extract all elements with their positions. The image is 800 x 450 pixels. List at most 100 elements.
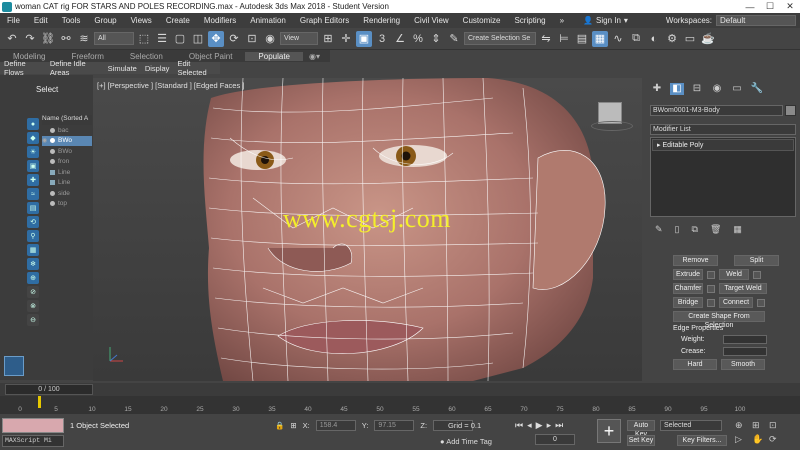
weld-button[interactable]: Weld [719,269,749,280]
modifier-list-dropdown[interactable]: Modifier List [650,124,796,135]
add-time-tag[interactable]: ● Add Time Tag [440,437,492,446]
create-tab-icon[interactable]: ✚ [650,83,664,95]
filter-spacewarps-icon[interactable]: ≈ [27,188,39,200]
scene-explorer-icon[interactable]: ▦ [592,30,608,47]
crease-spinner[interactable] [723,347,767,356]
ribbon-options-icon[interactable]: ◉▾ [303,52,326,61]
motion-tab-icon[interactable]: ◉ [710,83,724,95]
maximize-button[interactable]: ☐ [760,1,780,12]
hard-button[interactable]: Hard [673,359,717,370]
select-scale-icon[interactable]: ⊡ [244,31,260,47]
utilities-tab-icon[interactable]: 🔧 [750,83,764,95]
list-item[interactable]: side [42,188,92,199]
menu-views[interactable]: Views [124,16,159,25]
zoom-extents-icon[interactable]: ⊡ [769,420,783,431]
filter-helpers-icon[interactable]: ✚ [27,174,39,186]
previous-frame-icon[interactable]: ◂ [527,420,532,431]
list-item[interactable]: top [42,199,92,210]
list-item[interactable]: fron [42,157,92,168]
stack-item-editable-poly[interactable]: ▸ Editable Poly [652,139,794,151]
reference-coord-dropdown[interactable]: View [280,32,318,45]
field-of-view-icon[interactable]: ▷ [735,434,749,445]
object-color-swatch[interactable] [785,105,796,116]
menu-scripting[interactable]: Scripting [507,16,552,25]
modify-tab-icon[interactable]: ◧ [670,83,684,95]
tab-populate[interactable]: Populate [245,51,304,61]
menu-group[interactable]: Group [87,16,123,25]
undo-icon[interactable]: ↶ [4,31,20,47]
spinner-snap-icon[interactable]: ⇕ [428,31,444,47]
filter-lights-icon[interactable]: ☀ [27,146,39,158]
selection-filter-dropdown[interactable]: All [94,32,134,45]
auto-key-button[interactable]: Auto Key [627,420,655,438]
track-bar[interactable]: 0 5 10 15 20 25 30 35 40 45 50 55 60 65 … [0,396,800,414]
mirror-icon[interactable]: ⇋ [538,31,554,47]
zoom-icon[interactable]: ⊕ [735,420,749,431]
filter-xrefs-icon[interactable]: ⟲ [27,216,39,228]
simulate-button[interactable]: Simulate [104,64,141,73]
viewport-label[interactable]: [+] [Perspective ] [Standard ] [Edged Fa… [97,81,244,90]
keyboard-shortcut-icon[interactable]: ▣ [356,30,372,47]
tab-selection[interactable]: Selection [117,52,176,61]
menu-edit[interactable]: Edit [27,16,55,25]
named-selection-dropdown[interactable]: Create Selection Se [464,32,536,45]
orbit-icon[interactable]: ⟳ [769,434,783,445]
list-item[interactable]: Line [42,167,92,178]
angle-snap-icon[interactable]: ∠ [392,31,408,47]
unlink-icon[interactable]: ⚯ [58,31,74,47]
edit-named-selection-icon[interactable]: ✎ [446,31,462,47]
viewcube[interactable] [591,102,633,131]
menu-modifiers[interactable]: Modifiers [197,16,243,25]
y-coord-field[interactable]: 97.15 [374,420,415,431]
menu-tools[interactable]: Tools [55,16,88,25]
weld-settings-icon[interactable] [753,270,761,279]
list-item[interactable]: BWo [42,146,92,157]
edit-selected-button[interactable]: Edit Selected [173,59,220,77]
filter-frozen-icon[interactable]: ❄ [27,258,39,270]
material-editor-icon[interactable]: ◐ [646,31,662,47]
menu-civil-view[interactable]: Civil View [407,16,456,25]
render-setup-icon[interactable]: ⚙ [664,31,680,47]
extrude-settings-icon[interactable] [707,270,715,279]
set-key-button[interactable]: Set Key [627,435,655,446]
filter-containers-icon[interactable]: ▦ [27,244,39,256]
key-selection-dropdown[interactable]: Selected [660,420,722,431]
snaps-toggle-icon[interactable]: 3 [374,31,390,47]
hierarchy-tab-icon[interactable]: ⊟ [690,83,704,95]
list-item[interactable]: ◉ BWo [42,135,92,146]
display-tab-icon[interactable]: ▭ [730,83,744,95]
remove-button[interactable]: Remove [673,255,718,266]
make-unique-icon[interactable]: ⧉ [692,224,698,235]
show-end-result-icon[interactable]: ▯ [675,224,680,235]
maxscript-mini-listener[interactable]: MAXScript Mi [2,435,64,447]
rect-selection-icon[interactable]: ▢ [172,31,188,47]
absolute-mode-icon[interactable]: ⊞ [290,421,296,430]
lock-icon[interactable]: 🔒 [275,421,284,430]
key-filters-button[interactable]: Key Filters... [677,435,727,446]
menu-animation[interactable]: Animation [243,16,293,25]
link-icon[interactable]: ⛓ [40,31,56,47]
bridge-button[interactable]: Bridge [673,297,703,308]
target-weld-button[interactable]: Target Weld [719,283,767,294]
menu-more-icon[interactable]: » [553,16,571,25]
menu-file[interactable]: File [0,16,27,25]
pin-stack-icon[interactable]: ✎ [655,224,663,235]
go-to-end-icon[interactable]: ⏭ [555,420,563,431]
menu-create[interactable]: Create [159,16,197,25]
list-item[interactable]: bac [42,125,92,136]
select-move-icon[interactable]: ✥ [208,30,224,47]
perspective-viewport[interactable]: [+] [Perspective ] [Standard ] [Edged Fa… [93,78,642,381]
window-crossing-icon[interactable]: ◫ [190,31,206,47]
split-button[interactable]: Split [734,255,779,266]
scene-list-header[interactable]: Name (Sorted A [42,115,92,125]
schematic-view-icon[interactable]: ⧉ [628,31,644,47]
filter-options-icon[interactable]: ⊖ [27,314,39,326]
scene-explorer-title[interactable]: Select [36,85,58,94]
chamfer-settings-icon[interactable] [707,284,715,293]
weight-spinner[interactable] [723,335,767,344]
rendered-frame-icon[interactable]: ▭ [682,31,698,47]
filter-groups-icon[interactable]: ▤ [27,202,39,214]
remove-modifier-icon[interactable]: 🗑 [710,224,721,235]
configure-sets-icon[interactable]: ▦ [733,224,742,235]
next-frame-icon[interactable]: ▸ [547,420,552,431]
